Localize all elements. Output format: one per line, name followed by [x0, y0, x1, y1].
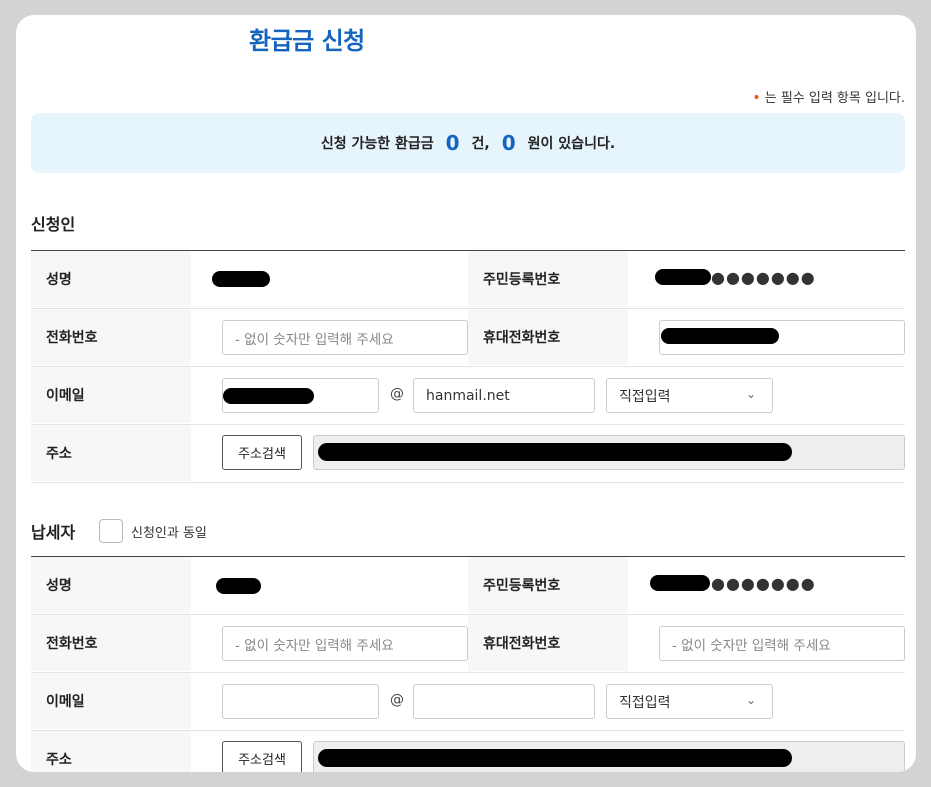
banner-prefix: 신청 가능한 환급금: [320, 136, 434, 152]
page-title: 환급금 신청: [249, 27, 365, 55]
redacted-mobile: [661, 328, 779, 344]
taxpayer-mobile-label: 휴대전화번호: [468, 615, 628, 671]
refund-amount: 0: [501, 131, 516, 155]
taxpayer-email-domain-select[interactable]: 직접입력 ⌄: [606, 684, 773, 719]
same-as-applicant-checkbox[interactable]: [99, 519, 123, 543]
same-as-applicant[interactable]: 신청인과 동일: [99, 519, 207, 543]
taxpayer-section-title: 납세자: [31, 523, 76, 542]
refund-summary-banner: 신청 가능한 환급금 0 건, 0 원이 있습니다.: [31, 113, 905, 173]
redacted-taxpayer-name: [216, 578, 261, 594]
taxpayer-rrn-label: 주민등록번호: [468, 557, 628, 613]
applicant-email-domain-select[interactable]: 직접입력 ⌄: [606, 378, 773, 413]
taxpayer-email-label: 이메일: [31, 673, 191, 729]
taxpayer-row-address: 주소 주소검색: [31, 731, 905, 772]
applicant-email-domain-input[interactable]: hanmail.net: [413, 378, 595, 413]
applicant-row-address: 주소 주소검색: [31, 425, 905, 483]
taxpayer-email-select-label: 직접입력: [619, 694, 671, 711]
taxpayer-email-domain-input[interactable]: [413, 684, 595, 719]
refund-application-card: 환급금 신청 • 는 필수 입력 항목 입니다. 신청 가능한 환급금 0 건,…: [16, 15, 916, 772]
taxpayer-email-id-input[interactable]: [222, 684, 379, 719]
redacted-rrn: [655, 269, 711, 285]
applicant-mobile-label: 휴대전화번호: [468, 309, 628, 365]
same-as-applicant-label[interactable]: 신청인과 동일: [131, 522, 207, 541]
applicant-row-name: 성명 주민등록번호 ●●●●●●●: [31, 251, 905, 309]
taxpayer-phone-label: 전화번호: [31, 615, 191, 671]
applicant-address-label: 주소: [31, 425, 191, 481]
applicant-email-select-label: 직접입력: [619, 388, 671, 405]
applicant-rrn-mask: ●●●●●●●: [711, 268, 816, 287]
applicant-phone-label: 전화번호: [31, 309, 191, 365]
applicant-rrn-label: 주민등록번호: [468, 251, 628, 307]
chevron-down-icon: ⌄: [745, 387, 756, 401]
redacted-name: [212, 271, 270, 287]
applicant-phone-input[interactable]: - 없이 숫자만 입력해 주세요: [222, 320, 468, 355]
applicant-name-label: 성명: [31, 251, 191, 307]
chevron-down-icon: ⌄: [745, 693, 756, 707]
email-at-sign: @: [390, 386, 404, 402]
taxpayer-name-label: 성명: [31, 557, 191, 613]
taxpayer-row-phone: 전화번호 - 없이 숫자만 입력해 주세요 휴대전화번호 - 없이 숫자만 입력…: [31, 615, 905, 673]
taxpayer-rrn-mask: ●●●●●●●: [711, 574, 816, 593]
applicant-section-title: 신청인: [31, 215, 76, 234]
applicant-row-email: 이메일 @ hanmail.net 직접입력 ⌄: [31, 367, 905, 425]
banner-amount-suffix: 원이 있습니다.: [527, 136, 616, 152]
redacted-address: [318, 443, 792, 461]
applicant-address-search-button[interactable]: 주소검색: [222, 435, 302, 470]
required-note-text: 는 필수 입력 항목 입니다.: [764, 91, 905, 106]
applicant-table: 성명 주민등록번호 ●●●●●●● 전화번호 - 없이 숫자만 입력해 주세요 …: [31, 250, 905, 483]
taxpayer-row-email: 이메일 @ 직접입력 ⌄: [31, 673, 905, 731]
applicant-row-phone: 전화번호 - 없이 숫자만 입력해 주세요 휴대전화번호: [31, 309, 905, 367]
redacted-taxpayer-address: [318, 749, 792, 767]
taxpayer-row-name: 성명 주민등록번호 ●●●●●●●: [31, 557, 905, 615]
banner-count-unit: 건,: [471, 136, 490, 152]
taxpayer-phone-input[interactable]: - 없이 숫자만 입력해 주세요: [222, 626, 468, 661]
redacted-email-id: [223, 388, 314, 404]
taxpayer-address-label: 주소: [31, 731, 191, 772]
taxpayer-table: 성명 주민등록번호 ●●●●●●● 전화번호 - 없이 숫자만 입력해 주세요 …: [31, 556, 905, 772]
taxpayer-mobile-input[interactable]: - 없이 숫자만 입력해 주세요: [659, 626, 905, 661]
email-at-sign: @: [390, 692, 404, 708]
refund-count: 0: [445, 131, 460, 155]
required-note: • 는 필수 입력 항목 입니다.: [752, 87, 905, 106]
applicant-email-label: 이메일: [31, 367, 191, 423]
required-dot-icon: •: [752, 90, 761, 106]
redacted-taxpayer-rrn: [650, 575, 710, 591]
taxpayer-address-search-button[interactable]: 주소검색: [222, 741, 302, 772]
